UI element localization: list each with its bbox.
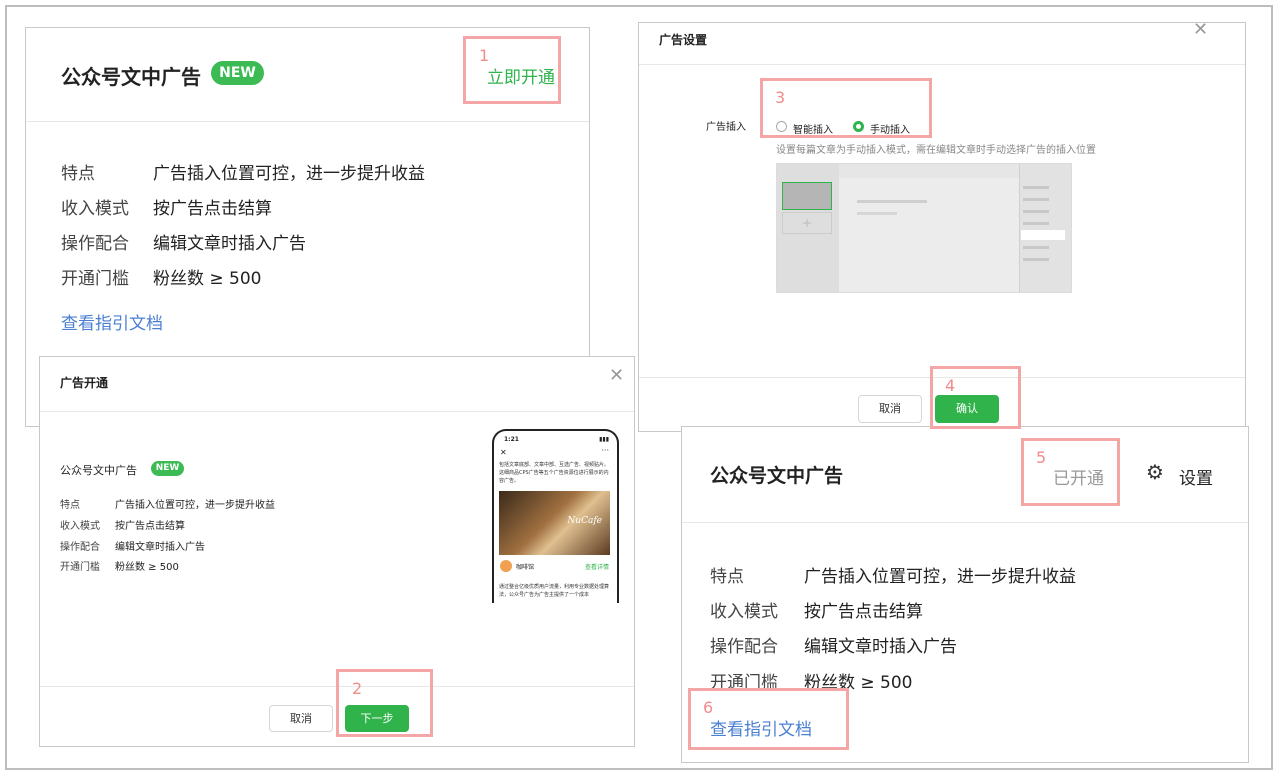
divider	[682, 522, 1248, 523]
phone-time: 1:21	[504, 436, 519, 443]
view-details-button: 查看详情	[584, 564, 609, 571]
income-mode-value: 按广告点击结算	[115, 521, 185, 532]
phone-status-icons: ▮▮▮	[599, 436, 609, 443]
income-mode-value: 按广告点击结算	[153, 199, 272, 219]
more-icon: ···	[601, 446, 609, 455]
feature-value: 广告插入位置可控，进一步提升收益	[115, 500, 275, 511]
settings-button[interactable]: 设置	[1179, 464, 1213, 489]
feature-label: 特点	[61, 164, 95, 184]
feature-value: 广告插入位置可控，进一步提升收益	[804, 567, 1076, 587]
operation-label: 操作配合	[60, 542, 100, 553]
step-4-number: 4	[945, 376, 956, 395]
phone-intro-text: 包括文章底部、文章中部、互选广告、视频贴片。这细商品CPS广告等五个广告资源位进…	[499, 462, 610, 484]
income-mode-label: 收入模式	[60, 521, 100, 532]
editor-preview-image: +	[776, 163, 1072, 293]
divider	[639, 64, 1245, 65]
feature-label: 特点	[60, 500, 80, 511]
ad-image: NuCafe	[499, 491, 610, 555]
step-4-highlight	[930, 366, 1021, 429]
step-1-number: 1	[479, 46, 490, 65]
phone-preview: 1:21 ▮▮▮ ✕ ··· 包括文章底部、文章中部、互选广告、视频贴片。这细商…	[492, 429, 619, 603]
income-mode-label: 收入模式	[710, 602, 778, 622]
step-3-number: 3	[775, 88, 786, 107]
card-title: 公众号文中广告	[61, 65, 201, 89]
feature-value: 广告插入位置可控，进一步提升收益	[153, 164, 425, 184]
card-title: 公众号文中广告	[710, 465, 844, 487]
cancel-button[interactable]: 取消	[269, 705, 333, 732]
dialog-title: 广告设置	[659, 33, 708, 47]
operation-value: 编辑文章时插入广告	[115, 542, 205, 553]
ad-title: 公众号文中广告	[60, 464, 137, 477]
operation-label: 操作配合	[710, 637, 778, 657]
operation-value: 编辑文章时插入广告	[153, 234, 306, 254]
new-badge: NEW	[211, 61, 264, 85]
step-6-number: 6	[703, 698, 714, 717]
step-3-highlight	[760, 78, 932, 138]
ad-image-brand: NuCafe	[567, 516, 602, 526]
guide-doc-link[interactable]: 查看指引文档	[61, 309, 163, 334]
dialog-title: 广告开通	[60, 376, 109, 390]
step-2-number: 2	[352, 679, 363, 698]
brand-avatar	[500, 560, 512, 572]
phone-footer-text: 通过整合亿级优质用户流量，利用专业数据处理算法，公众号广告为广告主提供了一个成本	[499, 584, 610, 598]
step-2-highlight	[336, 669, 433, 737]
operation-value: 编辑文章时插入广告	[804, 637, 957, 657]
divider	[40, 411, 634, 412]
close-icon: ✕	[500, 448, 507, 457]
cancel-button[interactable]: 取消	[858, 395, 922, 423]
threshold-label: 开通门槛	[60, 562, 100, 573]
step-5-number: 5	[1036, 448, 1047, 467]
step-1-highlight	[463, 36, 561, 104]
new-badge: NEW	[151, 461, 184, 476]
operation-label: 操作配合	[61, 234, 129, 254]
threshold-value: 粉丝数 ≥ 500	[153, 269, 262, 289]
divider	[26, 121, 589, 122]
threshold-label: 开通门槛	[61, 269, 129, 289]
income-mode-value: 按广告点击结算	[804, 602, 923, 622]
brand-name: 咖啡馆	[516, 564, 535, 571]
insert-hint: 设置每篇文章为手动插入模式，需在编辑文章时手动选择广告的插入位置	[776, 145, 1096, 156]
threshold-value: 粉丝数 ≥ 500	[115, 562, 179, 573]
insert-label: 广告插入	[706, 122, 746, 133]
feature-label: 特点	[710, 567, 744, 587]
close-icon[interactable]: ✕	[609, 367, 624, 385]
close-icon[interactable]: ✕	[1193, 21, 1208, 39]
gear-icon[interactable]: ⚙	[1146, 460, 1164, 484]
income-mode-label: 收入模式	[61, 199, 129, 219]
